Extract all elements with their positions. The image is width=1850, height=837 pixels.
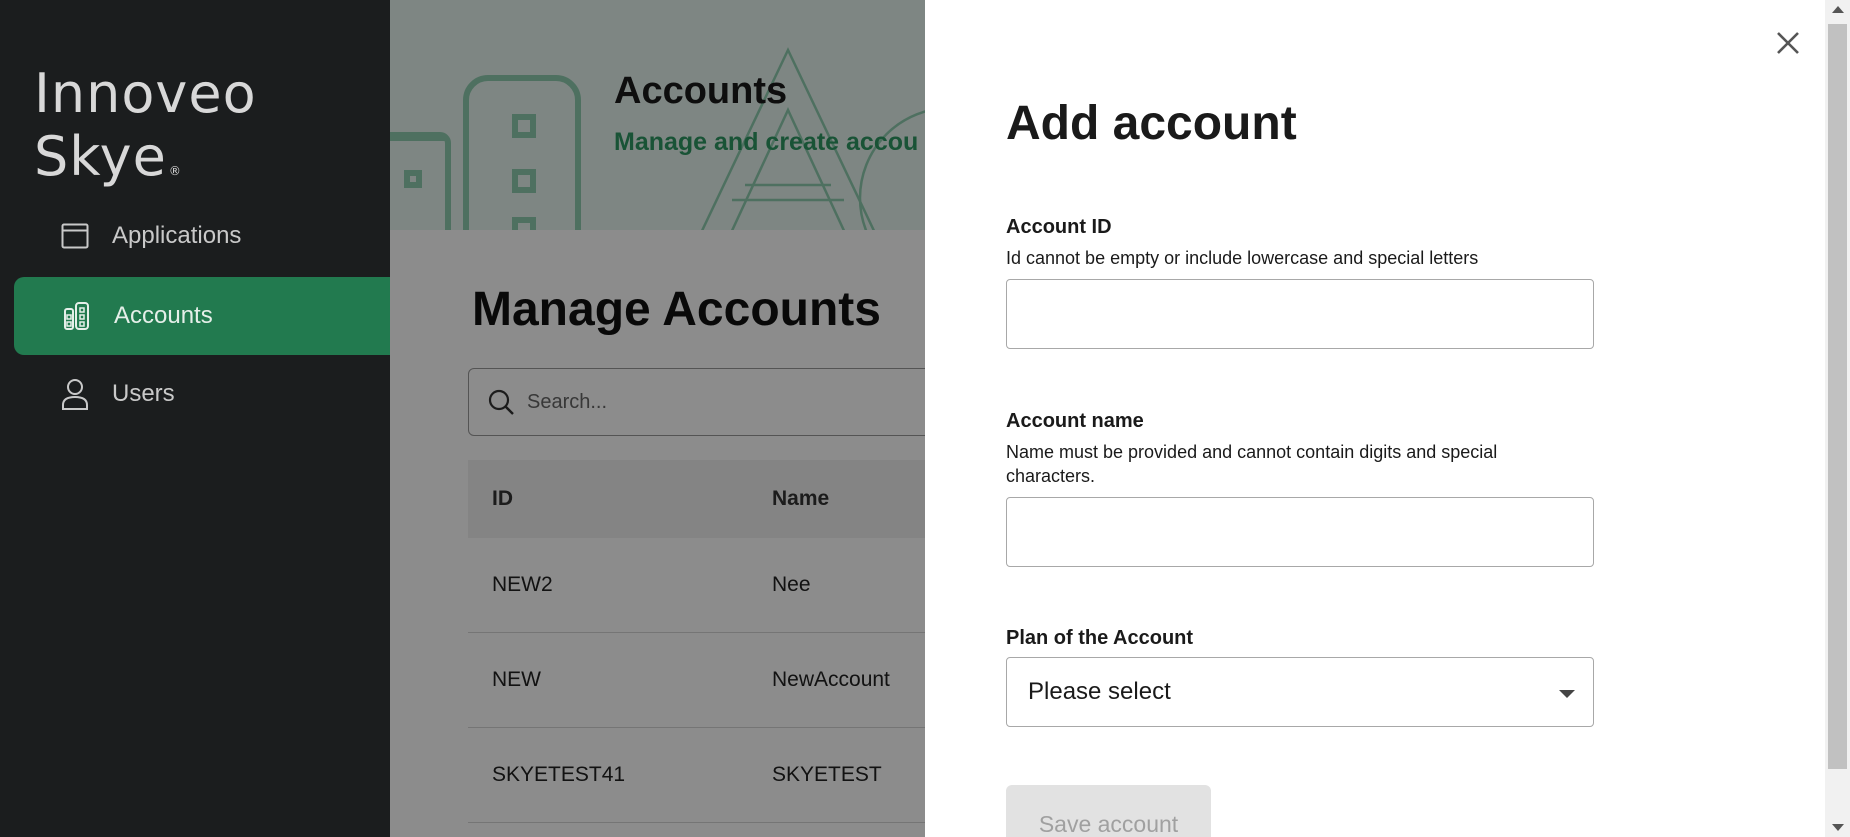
sidebar-item-applications[interactable]: Applications (14, 197, 390, 275)
account-id-help: Id cannot be empty or include lowercase … (1006, 248, 1479, 268)
sidebar-item-label: Applications (112, 222, 242, 249)
account-id-field[interactable] (1006, 279, 1594, 349)
window-icon (60, 221, 90, 251)
brand-name: Innoveo Skye (34, 62, 257, 188)
close-icon[interactable] (1771, 26, 1805, 60)
sidebar-item-label: Users (112, 380, 175, 407)
sidebar: Innoveo Skye ® Applications Accounts User… (0, 0, 390, 837)
scrollbar-thumb[interactable] (1828, 24, 1847, 769)
save-account-button[interactable]: Save account (1006, 785, 1211, 837)
account-name-label: Account name (1006, 410, 1144, 432)
add-account-drawer: Add account Account ID Id cannot be empt… (925, 0, 1825, 837)
scroll-down-arrow-icon[interactable] (1832, 824, 1844, 831)
registered-mark: ® (168, 164, 182, 178)
plan-select[interactable]: Please select (1006, 657, 1594, 727)
plan-label: Plan of the Account (1006, 627, 1194, 649)
sidebar-item-accounts[interactable]: Accounts (14, 277, 390, 355)
account-name-help: Name must be provided and cannot contain… (1006, 442, 1498, 486)
accounts-icon (62, 301, 92, 331)
user-icon (60, 379, 90, 410)
plan-select-value: Please select (1028, 678, 1171, 705)
account-name-field[interactable] (1006, 497, 1594, 567)
sidebar-item-label: Accounts (114, 302, 213, 329)
sidebar-item-users[interactable]: Users (14, 355, 390, 433)
scroll-up-arrow-icon[interactable] (1832, 6, 1844, 13)
chevron-down-icon (1559, 690, 1575, 698)
account-id-label: Account ID (1006, 216, 1112, 238)
drawer-title: Add account (1006, 97, 1297, 150)
brand-logo: Innoveo Skye ® (34, 62, 390, 188)
scrollbar[interactable] (1825, 0, 1850, 837)
